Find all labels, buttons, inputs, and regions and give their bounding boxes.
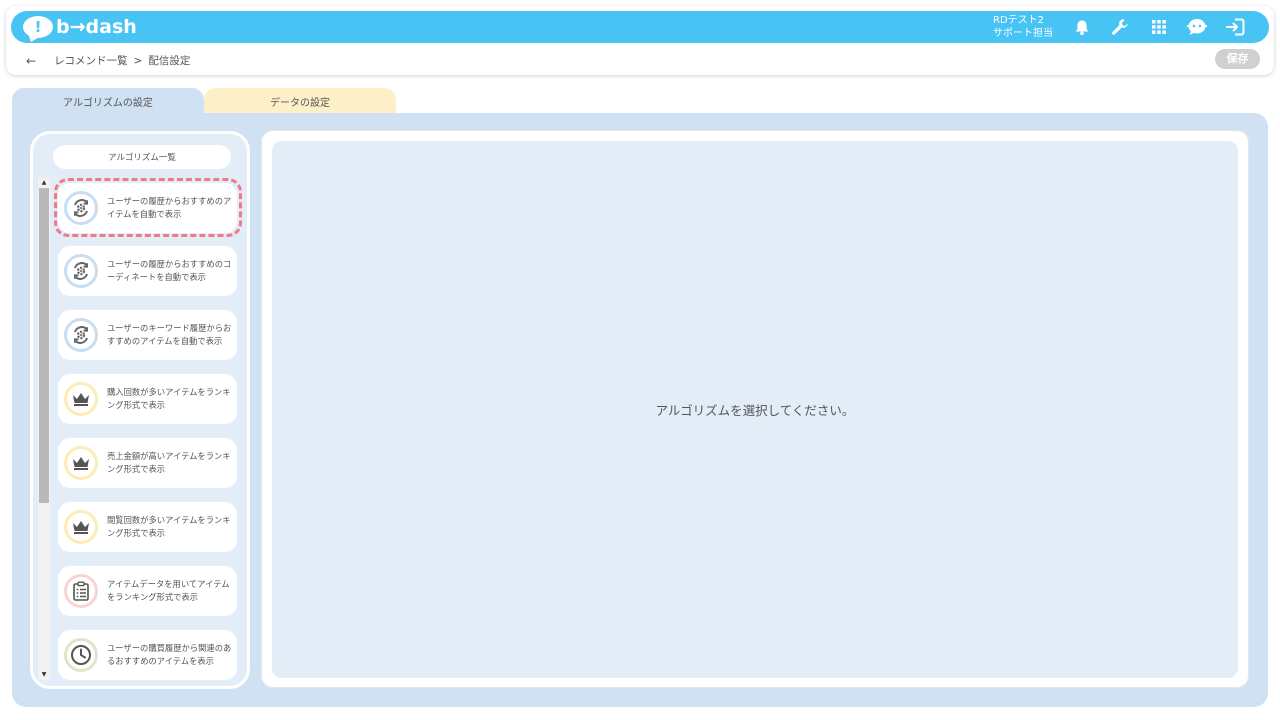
user-org: RDテスト2 xyxy=(993,15,1045,26)
top-navigation-bar: ! b→dash RDテスト2 サポート担当 xyxy=(11,11,1269,43)
algorithm-item-label: ユーザーの購買履歴から関連のあるおすすめのアイテムを表示 xyxy=(107,642,232,667)
support-face-icon[interactable] xyxy=(1185,15,1209,39)
crown-icon xyxy=(64,382,98,416)
algorithm-item[interactable]: 売上金額が高いアイテムをランキング形式で表示 xyxy=(58,438,237,488)
wrench-icon[interactable] xyxy=(1108,15,1132,39)
algorithm-item-label: ユーザーの履歴からおすすめのコーディネートを自動で表示 xyxy=(107,258,232,283)
select-algorithm-placeholder: アルゴリズムを選択してください。 xyxy=(655,403,855,418)
user-role: サポート担当 xyxy=(993,28,1053,39)
scroll-down-icon[interactable]: ▼ xyxy=(38,670,50,680)
algorithm-item[interactable]: ユーザーの購買履歴から関連のあるおすすめのアイテムを表示 xyxy=(58,630,237,680)
algorithm-list-title: アルゴリズム一覧 xyxy=(53,145,231,169)
scrollbar-thumb[interactable] xyxy=(39,188,49,503)
clock-icon xyxy=(64,638,98,672)
algorithm-detail-area: アルゴリズムを選択してください。 xyxy=(272,141,1238,678)
bell-icon[interactable] xyxy=(1070,15,1094,39)
breadcrumb-current: 配信設定 xyxy=(148,55,191,67)
algorithm-item[interactable]: 閲覧回数が多いアイテムをランキング形式で表示 xyxy=(58,502,237,552)
algorithm-item-label: 売上金額が高いアイテムをランキング形式で表示 xyxy=(107,450,231,475)
app-logo[interactable]: ! b→dash xyxy=(23,14,137,40)
algorithm-item-label: アイテムデータを用いてアイテムをランキング形式で表示 xyxy=(107,578,230,603)
crown-icon xyxy=(64,510,98,544)
algorithm-item-label: 購入回数が多いアイテムをランキング形式で表示 xyxy=(107,386,231,411)
user-info[interactable]: RDテスト2 サポート担当 xyxy=(993,14,1053,40)
logo-text: b→dash xyxy=(56,16,137,38)
clipboard-list-icon xyxy=(64,574,98,608)
selected-item-highlight xyxy=(54,178,242,237)
algorithm-item-label: 閲覧回数が多いアイテムをランキング形式で表示 xyxy=(107,514,231,539)
auto-gear-cycle-icon xyxy=(64,254,98,288)
save-button[interactable]: 保存 xyxy=(1215,49,1260,69)
algorithm-item[interactable]: ユーザーの履歴からおすすめのコーディネートを自動で表示 xyxy=(58,246,237,296)
breadcrumb: ← レコメンド一覧 > 配信設定 xyxy=(26,53,190,68)
algorithm-item[interactable]: 購入回数が多いアイテムをランキング形式で表示 xyxy=(58,374,237,424)
algorithm-item-label: ユーザーのキーワード履歴からおすすめのアイテムを自動で表示 xyxy=(107,322,232,347)
sidebar-scrollbar[interactable]: ▲ ▼ xyxy=(38,178,50,680)
breadcrumb-separator: > xyxy=(133,54,143,67)
crown-icon xyxy=(64,446,98,480)
logo-bubble-icon: ! xyxy=(23,16,53,38)
algorithm-item[interactable]: ユーザーのキーワード履歴からおすすめのアイテムを自動で表示 xyxy=(58,310,237,360)
back-arrow-icon[interactable]: ← xyxy=(26,54,36,68)
grid-icon[interactable] xyxy=(1147,15,1171,39)
breadcrumb-parent-link[interactable]: レコメンド一覧 xyxy=(54,53,128,68)
header-card: ! b→dash RDテスト2 サポート担当 ← レコメンド一覧 > 配信設定 … xyxy=(6,6,1274,75)
logout-icon[interactable] xyxy=(1224,15,1248,39)
tab-algorithm-settings[interactable]: アルゴリズムの設定 xyxy=(12,88,204,114)
auto-gear-cycle-icon xyxy=(64,318,98,352)
tab-data-settings[interactable]: データの設定 xyxy=(204,88,396,114)
algorithm-item[interactable]: アイテムデータを用いてアイテムをランキング形式で表示 xyxy=(58,566,237,616)
scroll-up-icon[interactable]: ▲ xyxy=(38,178,50,188)
